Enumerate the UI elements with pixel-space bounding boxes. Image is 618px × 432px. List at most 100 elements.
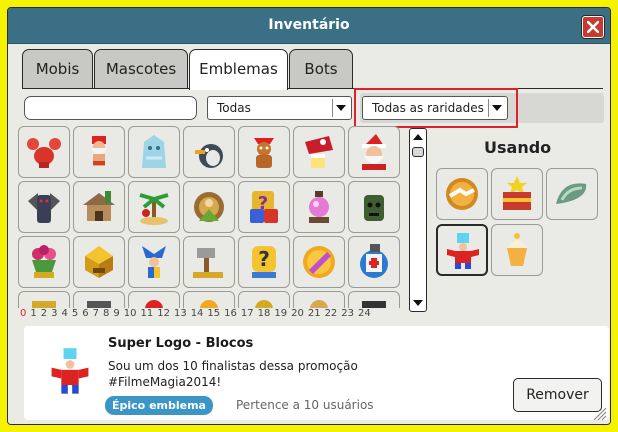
using-badge-slot[interactable] [546, 168, 598, 220]
chevron-down-icon [336, 105, 346, 111]
tab-mascotes[interactable]: Mascotes [94, 49, 188, 89]
badge-slot[interactable] [348, 126, 400, 178]
badge-slot[interactable] [183, 236, 235, 288]
badge-name: Super Logo - Blocos [108, 336, 254, 351]
svg-text:?: ? [258, 247, 270, 271]
seashell-badge-icon [556, 183, 587, 204]
badge-slot[interactable] [128, 236, 180, 288]
christmas-drink-badge-icon [305, 136, 333, 168]
comb-coin-badge-icon [303, 246, 335, 278]
grid-index-number: 6 [82, 308, 89, 319]
badge-slot[interactable] [73, 291, 125, 308]
badge-slot[interactable] [73, 126, 125, 178]
grid-index-number: 19 [274, 308, 288, 319]
badge-grid: ? ? [18, 126, 400, 308]
badge-slot[interactable] [293, 181, 345, 233]
santa-swimsuit-badge-icon [91, 136, 107, 166]
badge-slot[interactable] [183, 291, 235, 308]
hammer-badge-icon [193, 248, 223, 278]
question-trophy-badge-icon: ? [252, 246, 276, 278]
scroll-up-icon[interactable] [410, 130, 426, 144]
sultan-badge-icon [194, 192, 224, 222]
badge-slot[interactable] [18, 181, 70, 233]
ticket-badge-icon [360, 244, 388, 278]
badge-slot[interactable] [18, 126, 70, 178]
badge-slot[interactable] [18, 291, 70, 308]
mask-badge-icon [364, 195, 384, 221]
badge-slot[interactable] [293, 236, 345, 288]
badge-slot[interactable] [348, 291, 400, 308]
grid-index-number: 24 [358, 308, 371, 319]
badge-details: Super Logo - Blocos Sou um dos 10 finali… [24, 326, 609, 420]
using-badge-slot[interactable] [491, 224, 543, 276]
badge-slot[interactable] [73, 181, 125, 233]
lobster-badge-icon [27, 138, 61, 168]
badge-slot[interactable] [183, 181, 235, 233]
window-title: Inventário [268, 17, 350, 33]
badge-slot[interactable] [348, 181, 400, 233]
badge-slot[interactable] [128, 126, 180, 178]
title-bar[interactable]: Inventário [8, 8, 610, 44]
santa-badge-icon [362, 134, 386, 170]
using-badges [436, 168, 606, 278]
super-logo-blocks-badge-icon [51, 348, 89, 394]
grid-index-number: 0 [20, 308, 27, 319]
remove-button[interactable]: Remover [513, 378, 602, 412]
golden-chest-badge-icon [85, 246, 113, 278]
rarity-select-highlight [354, 88, 518, 128]
handshake-badge-icon [446, 178, 478, 210]
grid-index-number: 7 [92, 308, 99, 319]
badge-slot[interactable] [238, 126, 290, 178]
penguin-badge-icon [195, 144, 223, 168]
close-icon [587, 21, 599, 33]
gargoyle-badge-icon [28, 193, 60, 223]
gingerbread-badge-icon [254, 138, 274, 168]
grid-index-number: 14 [190, 308, 204, 319]
inventory-window: Inventário Mobis Mascotes Emblemas Bots … [7, 7, 611, 425]
tab-emblemas[interactable]: Emblemas [189, 49, 288, 90]
badge-grid-scrollbar[interactable] [409, 128, 427, 312]
badge-slot[interactable] [238, 291, 290, 308]
grid-index-number: 4 [61, 308, 68, 319]
using-badge-slot[interactable] [491, 168, 543, 220]
badge-slot[interactable] [293, 126, 345, 178]
badge-description: Sou um dos 10 finalistas dessa promoção … [108, 359, 358, 389]
star-chest-badge-icon [503, 176, 531, 210]
rose-trophy-badge-icon [32, 245, 56, 278]
grid-index-number: 12 [157, 308, 170, 319]
grid-index-number: 8 [103, 308, 110, 319]
close-button[interactable] [582, 16, 604, 38]
rarity-badge: Épico emblema [105, 396, 213, 415]
grid-index-number: 9 [113, 308, 120, 319]
badge-slot[interactable] [128, 291, 180, 308]
scroll-down-icon[interactable] [410, 296, 426, 310]
super-logo-blocks-badge-icon [447, 233, 479, 269]
grid-index-number: 15 [207, 308, 221, 319]
badge-slot[interactable]: ? [238, 181, 290, 233]
using-badge-slot-selected[interactable] [436, 224, 488, 276]
grid-index-number: 20 [291, 308, 304, 319]
category-select[interactable]: Todas [207, 96, 352, 120]
badge-slot[interactable] [348, 236, 400, 288]
badge-slot[interactable] [183, 126, 235, 178]
using-badge-slot[interactable] [436, 168, 488, 220]
grid-index-number: 10 [123, 308, 137, 319]
ice-golem-badge-icon [142, 135, 166, 168]
badge-slot[interactable] [18, 236, 70, 288]
grid-index-number: 23 [341, 308, 355, 319]
badge-slot[interactable]: ? [238, 236, 290, 288]
search-input[interactable] [24, 96, 197, 120]
grid-index-number: 22 [324, 308, 338, 319]
select-separator [332, 99, 333, 117]
grid-index-number: 3 [51, 308, 58, 319]
scroll-thumb[interactable] [412, 147, 424, 157]
resize-grip-icon[interactable] [593, 407, 607, 421]
grid-index-number: 21 [307, 308, 321, 319]
badge-slot[interactable] [73, 236, 125, 288]
tab-bots[interactable]: Bots [289, 49, 353, 89]
tab-mobis[interactable]: Mobis [22, 49, 93, 89]
badge-slot[interactable] [128, 181, 180, 233]
grid-index-number: 13 [173, 308, 187, 319]
badge-slot[interactable] [293, 291, 345, 308]
owners-count: Pertence a 10 usuários [236, 398, 374, 412]
